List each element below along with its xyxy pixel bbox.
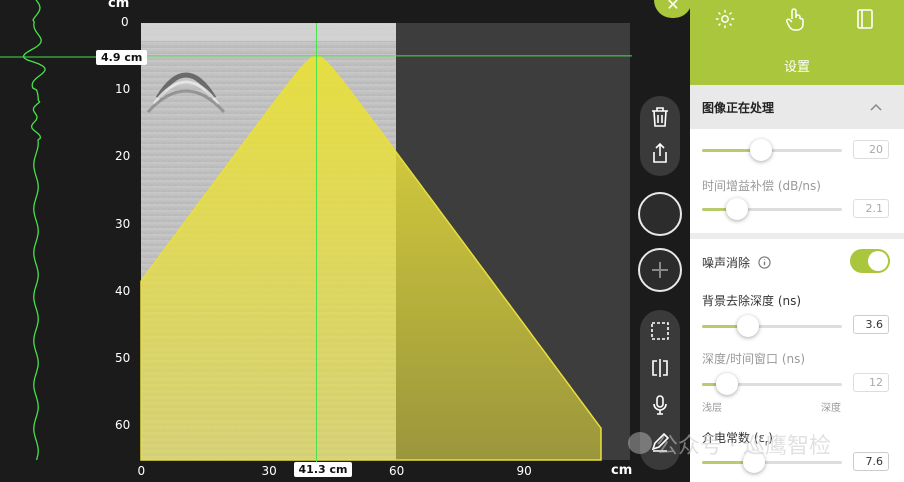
share-icon (653, 142, 667, 163)
record-button[interactable] (638, 192, 682, 236)
x-tick-label: 30 (261, 464, 277, 478)
select-region-icon (651, 322, 669, 340)
notebook-tab[interactable] (852, 6, 878, 32)
depth-readout: 4.9 cm (96, 50, 148, 65)
x-axis-unit: cm (611, 463, 633, 478)
select-region-button[interactable] (647, 318, 673, 344)
y-axis-unit: cm (108, 0, 130, 11)
tgc-label: 时间增益补偿 (dB/ns) (702, 179, 821, 193)
split-view-button[interactable] (647, 355, 673, 381)
waveform-plot (0, 0, 96, 461)
chevron-up-icon[interactable] (870, 103, 882, 111)
tgc-slider[interactable] (702, 198, 842, 220)
bg-removal-value[interactable]: 3.6 (853, 315, 889, 334)
delete-button[interactable] (647, 104, 673, 130)
trash-icon (652, 107, 668, 127)
y-tick-label: 10 (115, 82, 131, 97)
gain-value[interactable]: 20 (853, 140, 889, 159)
y-tick-label: 60 (115, 418, 131, 433)
dielectric-slider[interactable] (702, 451, 842, 473)
pencil-icon (651, 432, 670, 452)
b-scan-svg[interactable] (96, 0, 636, 482)
window-value[interactable]: 12 (853, 373, 889, 392)
bg-removal-slider[interactable] (702, 315, 842, 337)
x-tick-label: 90 (516, 464, 532, 478)
waveform-trace (22, 0, 46, 461)
panel-title: 设置 (783, 60, 810, 75)
toggle-knob (868, 251, 888, 271)
a-scan-waveform (0, 0, 96, 482)
gain-card: 20 时间增益补偿 (dB/ns) 2.1 (690, 129, 904, 233)
panel-header: 设置 (690, 0, 904, 85)
window-max-label: 深度 (821, 403, 841, 414)
bg-removal-label: 背景去除深度 (ns) (702, 294, 802, 308)
touch-tab[interactable] (782, 6, 808, 32)
dielectric-label-text: 介电常数 (ε (702, 431, 765, 445)
touch-icon (785, 8, 804, 31)
tgc-value[interactable]: 2.1 (853, 199, 889, 218)
x-tick-label: 60 (389, 464, 405, 478)
bg-removal-slider-thumb[interactable] (737, 315, 760, 337)
settings-tab[interactable] (712, 6, 738, 32)
settings-panel: 设置 图像正在处理 20 时间增益补偿 (dB/ns) 2.1 噪声消除 背景去… (690, 0, 904, 482)
y-tick-label: 30 (115, 216, 131, 231)
split-view-icon (652, 359, 668, 377)
microphone-icon (653, 395, 667, 415)
noise-label-text: 噪声消除 (702, 256, 751, 270)
window-slider-thumb[interactable] (716, 373, 739, 395)
b-scan-view[interactable]: cm 0 10 20 30 40 50 60 0 30 60 90 cm 4.9 cm 41.3 … (96, 0, 636, 482)
y-tick-label: 0 (121, 15, 129, 29)
noise-toggle-label: 噪声消除 (702, 254, 771, 271)
section-title: 图像正在处理 (702, 101, 775, 115)
y-tick-label: 40 (115, 283, 131, 298)
noise-card: 噪声消除 背景去除深度 (ns) 3.6 深度/时间窗口 (ns) 12 浅层 … (690, 239, 904, 482)
section-header-image-processing[interactable]: 图像正在处理 (690, 85, 904, 129)
y-tick-label: 50 (115, 351, 131, 365)
gear-icon (715, 9, 735, 29)
dielectric-label: 介电常数 (εr) (702, 429, 773, 447)
microphone-button[interactable] (647, 392, 673, 418)
side-toolbar (636, 0, 690, 482)
y-tick-label: 20 (115, 149, 131, 164)
dielectric-label-tail: ) (768, 431, 773, 445)
watermark-logo (628, 432, 652, 454)
notebook-icon (857, 9, 873, 29)
dielectric-slider-thumb[interactable] (742, 451, 765, 473)
noise-toggle[interactable] (850, 249, 890, 273)
gain-slider-thumb[interactable] (749, 139, 772, 161)
close-icon: ✕ (666, 0, 680, 14)
window-label: 深度/时间窗口 (ns) (702, 352, 806, 366)
window-slider[interactable] (702, 373, 842, 395)
x-tick-label: 0 (137, 464, 146, 478)
position-readout: 41.3 cm (293, 462, 353, 477)
window-min-label: 浅层 (702, 403, 722, 414)
add-button[interactable] (638, 248, 682, 292)
dielectric-value[interactable]: 7.6 (853, 452, 889, 471)
gain-slider[interactable] (702, 139, 842, 161)
share-button[interactable] (647, 140, 673, 166)
info-icon[interactable] (758, 256, 771, 269)
file-actions-group (640, 96, 680, 176)
plus-icon (652, 262, 668, 278)
tgc-slider-thumb[interactable] (726, 198, 748, 220)
